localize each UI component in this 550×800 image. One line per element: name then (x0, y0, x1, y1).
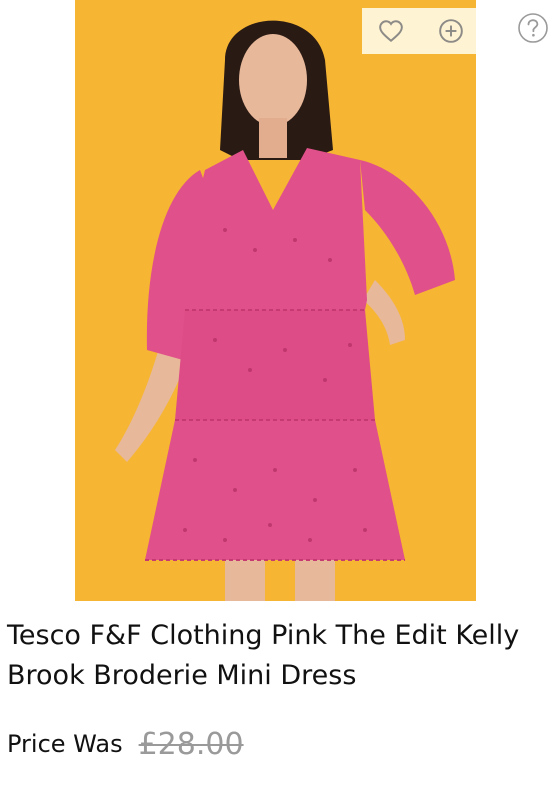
plus-circle-icon[interactable] (438, 18, 464, 44)
product-photo (75, 0, 476, 601)
heart-icon[interactable] (378, 18, 404, 44)
product-image[interactable] (75, 0, 476, 601)
image-action-bar (362, 8, 476, 54)
previous-price: £28.00 (138, 726, 244, 762)
product-title: Tesco F&F Clothing Pink The Edit Kelly B… (7, 620, 520, 691)
price-label: Price Was (7, 730, 123, 758)
price-row: Price Was £28.00 (7, 722, 244, 766)
question-icon[interactable] (517, 12, 549, 44)
